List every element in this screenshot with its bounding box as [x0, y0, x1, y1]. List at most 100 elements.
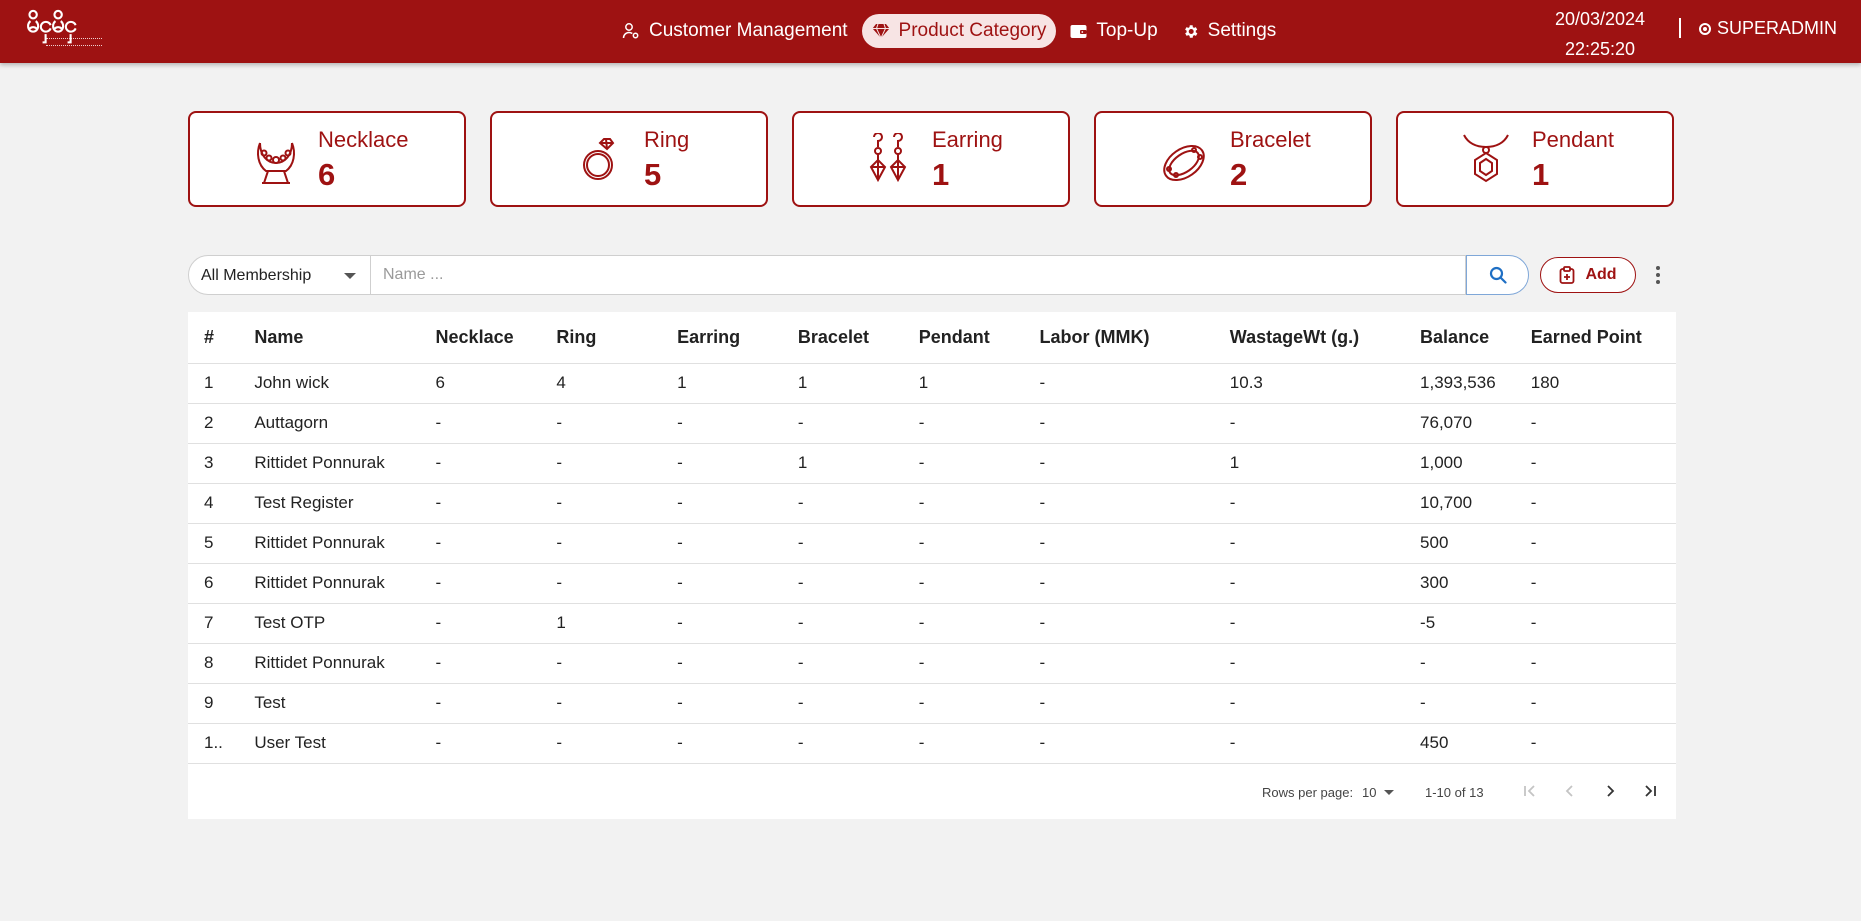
nav-top-up[interactable]: Top-Up — [1060, 14, 1167, 48]
column-header[interactable]: Necklace — [419, 312, 541, 364]
table-cell: - — [1514, 443, 1676, 484]
table-cell: - — [540, 643, 662, 684]
table-cell: - — [1514, 683, 1676, 724]
table-cell: - — [661, 443, 782, 484]
table-cell: - — [1514, 483, 1676, 524]
prev-page-icon[interactable] — [1558, 779, 1582, 803]
nav-product-category[interactable]: Product Category — [861, 14, 1057, 48]
table-cell: - — [540, 683, 662, 724]
table-cell: 1 — [902, 363, 1024, 404]
column-header[interactable]: Bracelet — [781, 312, 903, 364]
table-row[interactable]: 4 Test Register - - - - - - -10,700- — [188, 483, 1676, 524]
table-cell: 500 — [1404, 523, 1515, 564]
chevron-down-icon[interactable] — [1384, 790, 1394, 795]
bracelet-icon — [1163, 144, 1205, 182]
table-cell: -5 — [1404, 603, 1515, 644]
column-header[interactable]: Name — [238, 312, 420, 364]
table-row[interactable]: 7 Test OTP -1- - - - - -5- — [188, 603, 1676, 644]
table-cell: Rittidet Ponnurak — [238, 523, 420, 564]
pendant-icon — [1463, 134, 1509, 183]
table-cell: - — [902, 563, 1024, 604]
table-cell: - — [661, 403, 782, 444]
category-card-earring[interactable]: Earring 1 — [792, 111, 1070, 207]
table-row[interactable]: 5 Rittidet Ponnurak - - - - - - -500- — [188, 523, 1676, 564]
table-cell: - — [1023, 403, 1214, 444]
clipboard-add-icon — [1560, 266, 1575, 284]
search-icon — [1489, 266, 1507, 284]
table-cell: 1 — [781, 363, 903, 404]
table-row[interactable]: 9 Test - - - - - - - - - — [188, 683, 1676, 724]
table-row[interactable]: 1 John wick 6 4 1 1 1-10.3 1,393,536 180 — [188, 363, 1676, 404]
table-cell: - — [540, 443, 662, 484]
current-time: 22:25:20 — [1564, 39, 1636, 59]
add-button[interactable]: Add — [1540, 257, 1636, 293]
category-count: 2 — [1230, 157, 1248, 192]
column-header[interactable]: Labor (MMK) — [1023, 312, 1214, 364]
table-row[interactable]: 3 Rittidet Ponnurak - - -1- -1 1,000- — [188, 443, 1676, 484]
search-button[interactable] — [1466, 255, 1529, 295]
category-card-bracelet[interactable]: Bracelet 2 — [1094, 111, 1372, 207]
table-cell: - — [1213, 643, 1405, 684]
first-page-icon[interactable] — [1518, 779, 1542, 803]
category-card-necklace[interactable]: Necklace 6 — [188, 111, 466, 207]
table-cell: - — [1514, 603, 1676, 644]
table-cell: - — [1213, 603, 1405, 644]
membership-selected: All Membership — [201, 267, 312, 284]
table-cell: - — [902, 403, 1024, 444]
category-card-ring[interactable]: Ring 5 — [490, 111, 768, 207]
table-row[interactable]: 1.. User Test - - - - - - -450- — [188, 723, 1676, 764]
table-cell: - — [661, 683, 782, 724]
table-cell: Auttagorn — [238, 403, 420, 444]
table-cell: - — [661, 723, 782, 764]
next-page-icon[interactable] — [1598, 779, 1622, 803]
nav-label: Settings — [1207, 20, 1277, 41]
category-label: Earring — [932, 127, 1003, 152]
table-cell: 5 — [188, 523, 239, 564]
table-cell: - — [1514, 403, 1676, 444]
table-cell: 6 — [188, 563, 239, 604]
table-cell: - — [661, 603, 782, 644]
top-bar: မိငှမိငှ Customer Management Product Cat… — [0, 0, 1861, 63]
user-menu[interactable]: SUPERADMIN — [1699, 18, 1837, 39]
table-cell: - — [1514, 723, 1676, 764]
category-card-pendant[interactable]: Pendant 1 — [1396, 111, 1674, 207]
table-row[interactable]: 8 Rittidet Ponnurak - - - - - - - - - — [188, 643, 1676, 684]
column-header[interactable]: Balance — [1404, 312, 1515, 364]
last-page-icon[interactable] — [1638, 779, 1662, 803]
table-row[interactable]: 6 Rittidet Ponnurak - - - - - - -300- — [188, 563, 1676, 604]
category-count: 5 — [644, 157, 662, 192]
table-cell: - — [1023, 443, 1214, 484]
column-header[interactable]: WastageWt (g.) — [1213, 312, 1405, 364]
more-options-icon[interactable] — [1648, 263, 1668, 287]
table-cell: - — [1023, 483, 1214, 524]
column-header[interactable]: Earned Point — [1514, 312, 1676, 364]
nav-settings[interactable]: Settings — [1172, 14, 1287, 48]
table-cell: - — [419, 403, 541, 444]
table-row[interactable]: 2 Auttagorn - - - - - - -76,070- — [188, 403, 1676, 444]
column-header[interactable]: Earring — [661, 312, 782, 364]
table-cell: - — [902, 683, 1024, 724]
table-cell: 1 — [661, 363, 782, 404]
rows-per-page-select[interactable]: 10 — [1362, 785, 1376, 800]
column-header[interactable]: Ring — [540, 312, 662, 364]
table-cell: - — [540, 403, 662, 444]
column-header[interactable]: Pendant — [902, 312, 1024, 364]
nav-customer-management[interactable]: Customer Management — [612, 14, 858, 48]
table-cell: - — [902, 723, 1024, 764]
diamond-icon — [872, 23, 890, 39]
table-cell: - — [781, 643, 903, 684]
nav-label: Customer Management — [649, 20, 848, 41]
name-search-input[interactable] — [371, 255, 1466, 295]
table-cell: - — [781, 723, 903, 764]
membership-select[interactable]: All Membership — [188, 255, 371, 295]
brand-logo[interactable]: မိငှမိငှ — [24, 6, 102, 52]
table-cell: 300 — [1404, 563, 1515, 604]
category-label: Ring — [644, 127, 690, 152]
table-cell: Rittidet Ponnurak — [238, 643, 420, 684]
logo-tagline-mark — [46, 38, 102, 46]
table-cell: 4 — [188, 483, 239, 524]
table-cell: 9 — [188, 683, 239, 724]
column-header[interactable]: # — [188, 312, 239, 364]
table-cell: - — [902, 523, 1024, 564]
table-header-row: # Name Necklace Ring Earring Bracelet Pendant L… — [188, 312, 1676, 364]
